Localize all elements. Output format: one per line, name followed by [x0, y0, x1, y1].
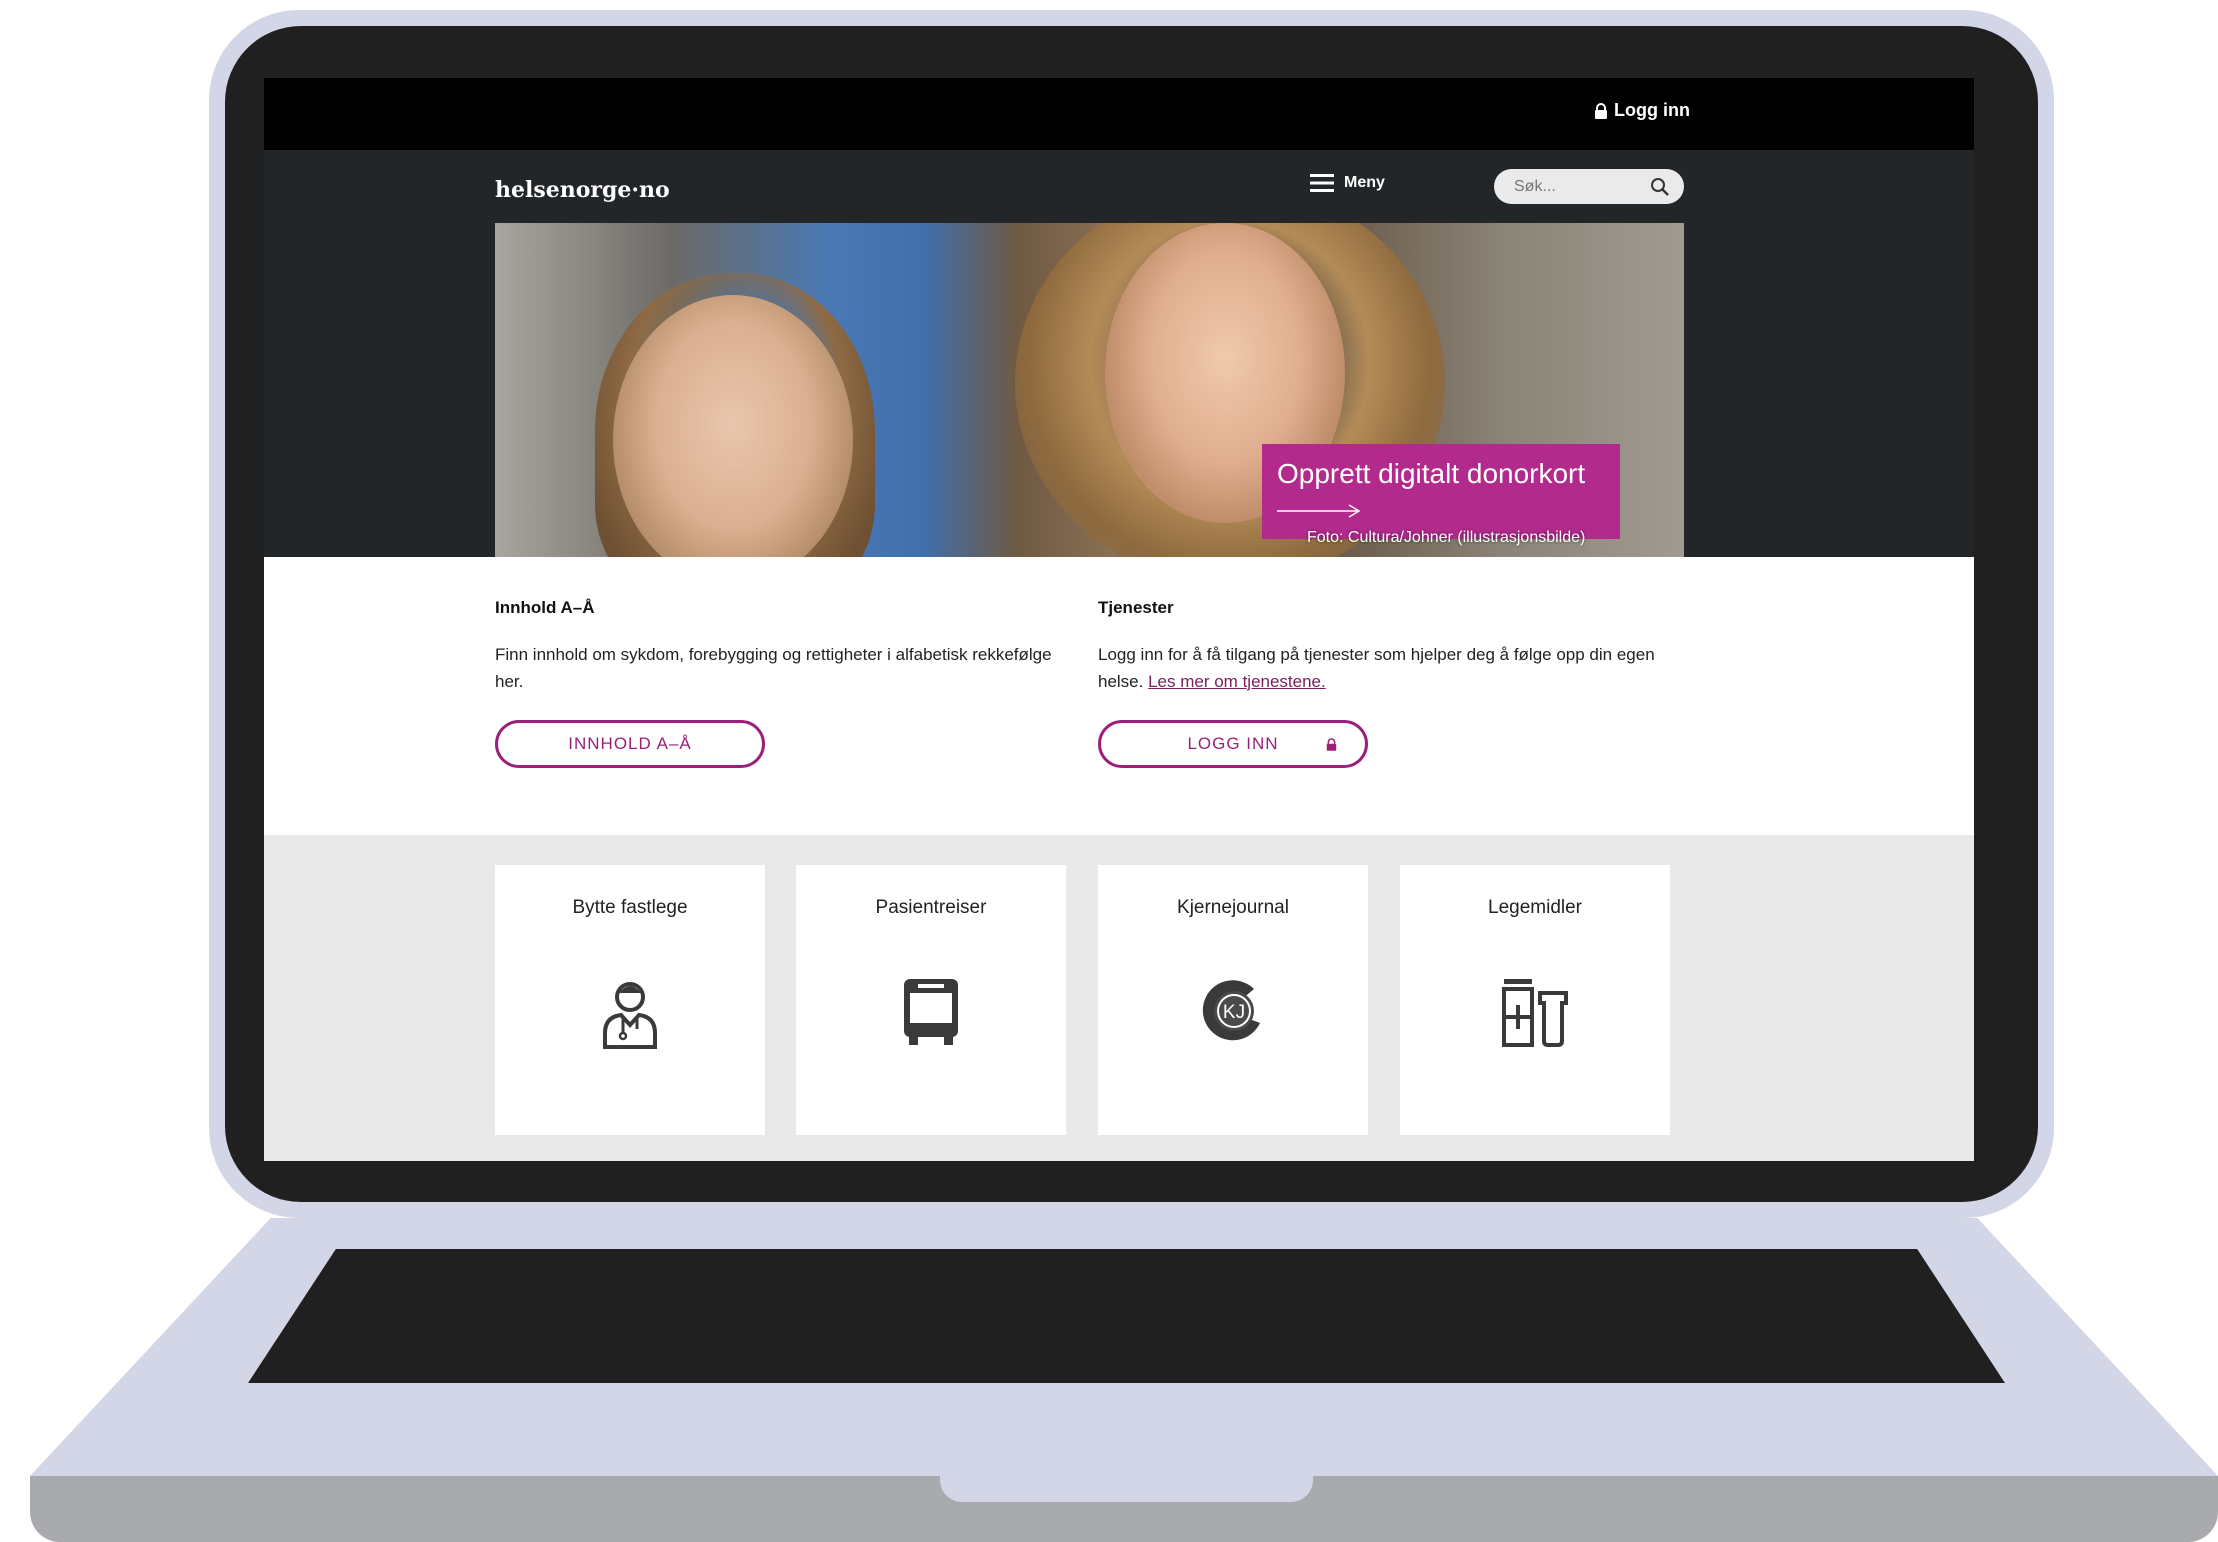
kj-logo-icon: KJ: [1202, 980, 1260, 1041]
service-card-label: Legemidler: [1488, 897, 1582, 918]
search-box: [1494, 169, 1684, 204]
donor-card-promo[interactable]: Opprett digitalt donorkort: [1262, 444, 1620, 539]
svg-text:KJ: KJ: [1223, 1002, 1245, 1023]
service-card-label: Pasientreiser: [875, 897, 987, 918]
menu-button[interactable]: Meny: [1310, 174, 1385, 192]
login-label: Logg inn: [1614, 100, 1690, 120]
login-button[interactable]: LOGG INN: [1098, 720, 1368, 768]
search-input[interactable]: [1512, 176, 1646, 197]
service-card-label: Bytte fastlege: [572, 897, 688, 918]
service-card-bytte-fastlege[interactable]: Bytte fastlege: [495, 865, 765, 1135]
login-button-label: LOGG INN: [1187, 734, 1279, 753]
hero-image: Opprett digitalt donorkort: [495, 223, 1684, 557]
lock-icon: [1326, 738, 1337, 751]
site-logo[interactable]: helsenorge·no: [495, 177, 670, 203]
lock-icon: [1595, 102, 1607, 119]
screen: Logg inn helsenorge·no Meny Opprett digi…: [264, 78, 1974, 1161]
menu-label: Meny: [1344, 174, 1385, 191]
doctor-icon: [603, 982, 657, 1049]
content-az-title: Innhold A–Å: [495, 598, 595, 617]
hamburger-icon: [1310, 174, 1334, 192]
services-text: Logg inn for å få tilgang på tjenester s…: [1098, 641, 1678, 695]
content-az-button[interactable]: INNHOLD A–Å: [495, 720, 765, 768]
photo-credit: Foto: Cultura/Johner (illustrasjonsbilde…: [1307, 529, 1586, 546]
search-icon[interactable]: [1650, 177, 1670, 197]
bus-icon: [904, 979, 958, 1045]
service-card-legemidler[interactable]: Legemidler: [1400, 865, 1670, 1135]
service-card-pasientreiser[interactable]: Pasientreiser: [796, 865, 1066, 1135]
arrow-right-icon: [1277, 504, 1361, 518]
service-card-label: Kjernejournal: [1177, 897, 1289, 918]
services-title: Tjenester: [1098, 598, 1174, 617]
service-card-kjernejournal[interactable]: Kjernejournal KJ: [1098, 865, 1368, 1135]
top-bar: [264, 78, 1974, 150]
medicine-icon: [1502, 979, 1568, 1047]
laptop-keyboard: [248, 1249, 2005, 1383]
login-link[interactable]: Logg inn: [1594, 100, 1690, 121]
promo-title: Opprett digitalt donorkort: [1277, 458, 1586, 489]
content-az-button-label: INNHOLD A–Å: [568, 734, 692, 753]
services-read-more-link[interactable]: Les mer om tjenestene.: [1148, 672, 1326, 691]
laptop-notch: [940, 1476, 1313, 1502]
content-az-text: Finn innhold om sykdom, forebygging og r…: [495, 645, 1052, 691]
